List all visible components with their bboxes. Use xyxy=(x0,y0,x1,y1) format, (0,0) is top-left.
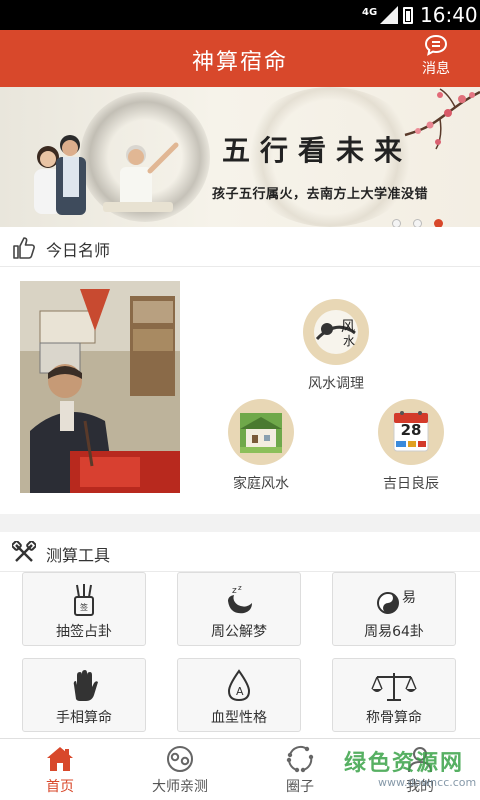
circle-community-icon xyxy=(286,745,314,773)
banner-pagination xyxy=(392,213,455,227)
calendar-icon: 28 xyxy=(378,399,444,465)
crossed-tools-icon xyxy=(12,541,36,562)
svg-text:签: 签 xyxy=(80,602,88,612)
tab-home[interactable]: 首页 xyxy=(0,739,120,800)
house-icon xyxy=(228,399,294,465)
tool-label: 血型性格 xyxy=(211,710,267,726)
section-header-master: 今日名师 xyxy=(0,227,480,267)
master-reading-icon xyxy=(167,746,193,772)
feature-feng-shui-adjust[interactable]: 风 水 风水调理 xyxy=(286,299,386,393)
svg-text:水: 水 xyxy=(343,334,355,348)
clock: 16:40 xyxy=(420,3,478,27)
svg-text:z: z xyxy=(238,584,242,592)
status-bar: 4G 16:40 xyxy=(0,0,480,30)
plum-blossom-decoration xyxy=(404,88,480,150)
message-label: 消息 xyxy=(422,61,450,77)
master-photo[interactable] xyxy=(20,281,180,493)
signal-icon xyxy=(380,6,398,24)
moon-sleep-icon: z z xyxy=(228,584,252,614)
message-button[interactable]: 消息 xyxy=(415,34,457,82)
feature-label: 家庭风水 xyxy=(233,476,289,492)
banner-dot-1[interactable] xyxy=(392,219,401,227)
feature-home-feng-shui[interactable]: 家庭风水 xyxy=(211,399,311,493)
banner-headline: 五行看未来 xyxy=(222,134,413,167)
feng-shui-icon: 风 水 xyxy=(303,299,369,365)
feature-auspicious-day[interactable]: 28 吉日良辰 xyxy=(361,399,461,493)
app-header: 神算宿命 消息 xyxy=(0,30,480,87)
banner-dot-3[interactable] xyxy=(434,219,443,227)
tools-section: 测算工具 签 抽签占卦 z z 周公解梦 易 周易64卦 手相算命 A 血型性格… xyxy=(0,532,480,738)
tool-label: 周公解梦 xyxy=(211,624,267,640)
battery-icon xyxy=(403,7,413,24)
tool-label: 抽签占卦 xyxy=(56,624,112,640)
watermark-text: 绿色资源网 xyxy=(344,751,465,776)
blood-type-glyph: A xyxy=(236,685,244,698)
svg-text:风: 风 xyxy=(341,319,355,335)
thumbs-up-icon xyxy=(13,237,35,259)
feature-label: 风水调理 xyxy=(308,376,364,392)
svg-text:z: z xyxy=(232,586,237,596)
tool-blood-type[interactable]: A 血型性格 xyxy=(177,658,301,732)
watermark: 绿色资源网 www.downcc.com xyxy=(340,742,480,800)
tool-i-ching[interactable]: 易 周易64卦 xyxy=(332,572,456,646)
banner-dot-2[interactable] xyxy=(413,219,422,227)
fortune-sticks-icon: 签 xyxy=(74,584,94,616)
tool-label: 手相算命 xyxy=(56,710,112,726)
scale-icon xyxy=(371,673,417,701)
tab-master-reading[interactable]: 大师亲测 xyxy=(120,739,240,800)
palm-icon xyxy=(73,670,98,701)
tool-label: 称骨算命 xyxy=(366,710,422,726)
tool-dream-interpretation[interactable]: z z 周公解梦 xyxy=(177,572,301,646)
chat-bubble-icon xyxy=(424,34,448,56)
featured-master-section: 今日名师 风 水 风水调理 家庭风水 28 吉日良辰 xyxy=(0,227,480,514)
tab-label: 首页 xyxy=(46,779,74,795)
section-header-tools: 测算工具 xyxy=(0,532,480,572)
section-title-master: 今日名师 xyxy=(46,241,111,260)
feature-label: 吉日良辰 xyxy=(383,476,439,492)
tool-bone-weight[interactable]: 称骨算命 xyxy=(332,658,456,732)
master-portrait-image xyxy=(20,281,180,493)
network-type: 4G xyxy=(362,7,378,18)
watermark-url: www.downcc.com xyxy=(378,776,477,789)
tool-palmistry[interactable]: 手相算命 xyxy=(22,658,146,732)
i-ching-glyph: 易 xyxy=(402,590,416,606)
home-icon xyxy=(47,747,73,771)
tool-draw-lots[interactable]: 签 抽签占卦 xyxy=(22,572,146,646)
banner-subtitle: 孩子五行属火，去南方上大学准没错 xyxy=(212,187,429,202)
section-title-tools: 测算工具 xyxy=(46,546,111,565)
calendar-date: 28 xyxy=(400,421,422,439)
tab-label: 大师亲测 xyxy=(152,779,208,795)
family-illustration xyxy=(34,135,179,215)
tool-label: 周易64卦 xyxy=(364,624,424,640)
page-title: 神算宿命 xyxy=(191,50,288,75)
promo-banner[interactable]: 五行看未来 孩子五行属火，去南方上大学准没错 xyxy=(0,87,480,227)
